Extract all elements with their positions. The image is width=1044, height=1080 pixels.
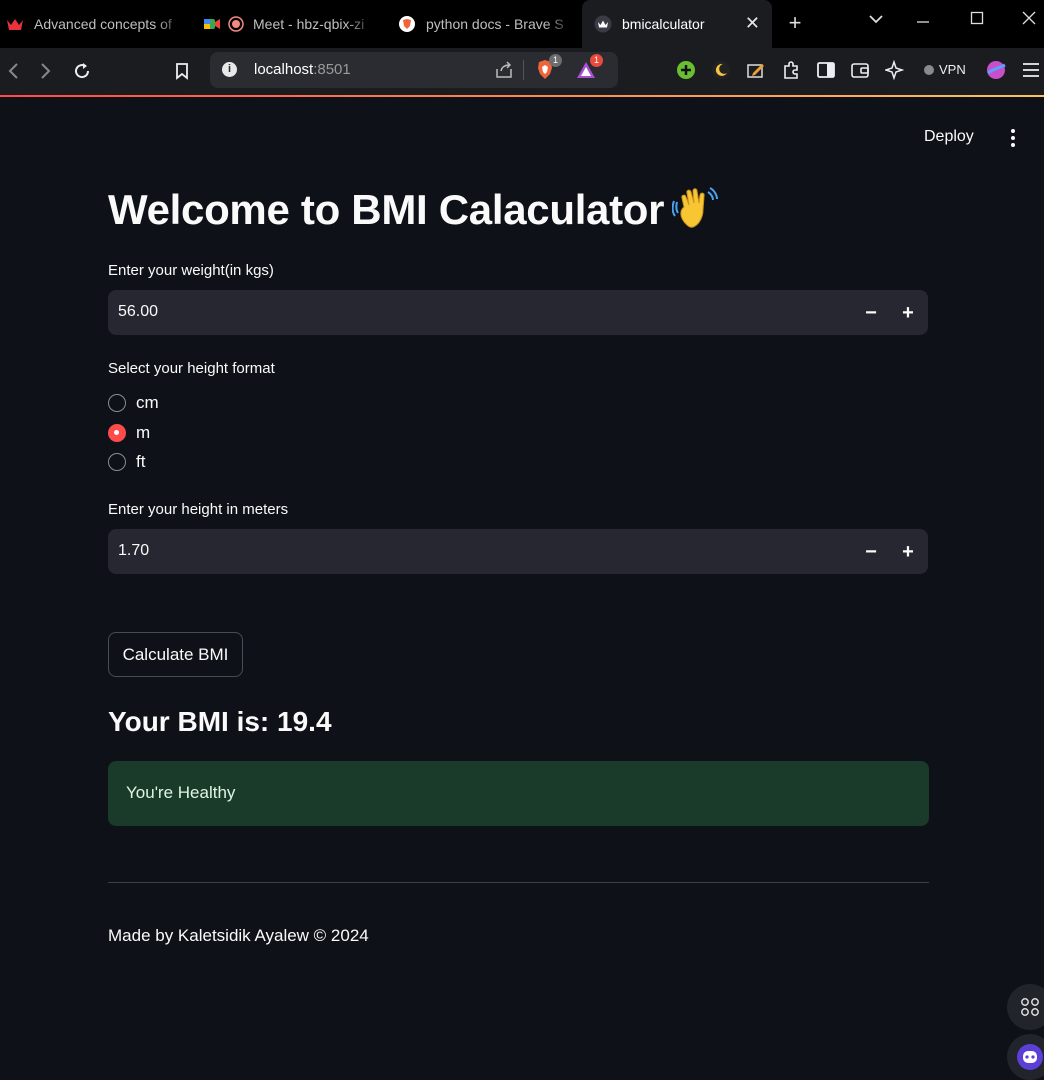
footer-text: Made by Kaletsidik Ayalew © 2024 [108, 926, 369, 945]
weight-number-input[interactable]: 56.00 − + [108, 290, 928, 335]
bmi-result-heading: Your BMI is: 19.4 [108, 706, 332, 737]
tab-title: Advanced concepts of [34, 16, 172, 32]
radio-option-ft[interactable]: ft [108, 451, 145, 473]
weight-decrement-button[interactable]: − [855, 297, 887, 329]
menu-hamburger-icon[interactable] [1020, 59, 1042, 81]
share-icon[interactable] [494, 60, 514, 80]
vpn-label: VPN [939, 62, 966, 77]
radio-option-cm[interactable]: cm [108, 392, 159, 414]
tab-fade [156, 0, 186, 48]
success-alert: You're Healthy [108, 761, 929, 826]
radio-label: m [136, 423, 151, 442]
leo-ai-icon[interactable] [884, 59, 906, 81]
weight-increment-button[interactable]: + [892, 297, 924, 329]
tab-title: python docs - Brave S [426, 16, 564, 32]
streamlit-header-decoration [0, 95, 1044, 97]
calculate-bmi-button[interactable]: Calculate BMI [108, 632, 243, 677]
browser-tab-bar: Advanced concepts of Meet - hbz-qbix-zi … [0, 0, 1044, 48]
extension-edit-icon[interactable] [745, 59, 767, 81]
shields-badge: 1 [549, 54, 562, 67]
browser-toolbar: i localhost:8501 1 1 VPN [0, 48, 1044, 95]
apps-grid-icon[interactable] [1007, 984, 1044, 1030]
brave-rewards-icon[interactable]: 1 [575, 54, 603, 81]
extension-green-plus-icon[interactable] [675, 59, 697, 81]
radio-circle[interactable] [108, 424, 126, 442]
extension-moon-icon[interactable] [710, 59, 732, 81]
brave-search-icon [398, 15, 416, 33]
status-message: You're Healthy [126, 783, 236, 802]
close-window-button[interactable] [1014, 8, 1044, 33]
deploy-button[interactable]: Deploy [924, 128, 974, 146]
extensions-puzzle-icon[interactable] [780, 59, 802, 81]
tab-fade [545, 0, 575, 48]
forward-button[interactable] [33, 57, 59, 85]
divider [108, 882, 929, 883]
url-text: localhost:8501 [254, 61, 351, 78]
address-bar-separator [523, 60, 524, 80]
height-decrement-button[interactable]: − [855, 536, 887, 568]
recording-icon [227, 15, 245, 33]
tab-list-chevron-icon[interactable] [861, 8, 891, 29]
tab-fade [346, 0, 376, 48]
radio-label: cm [136, 393, 159, 412]
back-button[interactable] [0, 57, 26, 85]
profile-avatar[interactable] [985, 59, 1007, 81]
height-format-label: Select your height format [108, 360, 275, 377]
reload-icon[interactable] [69, 57, 95, 85]
radio-option-m[interactable]: m [108, 422, 150, 444]
height-label: Enter your height in meters [108, 501, 289, 518]
radio-label: ft [136, 452, 146, 471]
maximize-button[interactable] [962, 8, 992, 33]
radio-circle[interactable] [108, 394, 126, 412]
vpn-status-dot-icon [924, 64, 934, 75]
site-info-icon[interactable]: i [222, 62, 237, 77]
tab-bmicalculator[interactable]: bmicalculator ✕ [582, 0, 772, 48]
radio-circle[interactable] [108, 453, 126, 471]
page-title: Welcome to BMI Calaculator [108, 184, 720, 234]
bookmark-icon[interactable] [169, 57, 195, 85]
wallet-icon[interactable] [849, 59, 871, 81]
google-meet-icon [203, 15, 221, 33]
weight-label: Enter your weight(in kgs) [108, 262, 274, 279]
vpn-button[interactable]: VPN [924, 62, 966, 77]
new-tab-button[interactable]: + [785, 10, 805, 36]
streamlit-crown-icon [594, 15, 612, 33]
sidebar-toggle-icon[interactable] [815, 59, 837, 81]
tab-title: bmicalculator [622, 16, 705, 32]
brave-shields-icon[interactable]: 1 [534, 54, 562, 81]
brave-crown-icon [6, 15, 24, 33]
height-increment-button[interactable]: + [892, 536, 924, 568]
height-value[interactable]: 1.70 [118, 542, 149, 560]
weight-value[interactable]: 56.00 [118, 303, 158, 321]
waving-hand-icon [671, 184, 720, 232]
height-number-input[interactable]: 1.70 − + [108, 529, 928, 574]
close-tab-icon[interactable]: ✕ [745, 13, 760, 34]
minimize-button[interactable] [908, 8, 938, 33]
rewards-badge: 1 [590, 54, 603, 67]
assistant-bubble-icon[interactable] [1007, 1034, 1044, 1080]
main-menu-kebab-icon[interactable] [1004, 127, 1022, 149]
